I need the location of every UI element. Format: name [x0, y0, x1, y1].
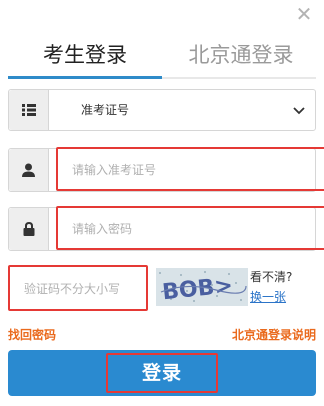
id-type-select[interactable]: 准考证号 [8, 89, 316, 131]
exam-number-placeholder: 请输入准考证号 [72, 163, 157, 177]
captcha-refresh-link[interactable]: 换一张 [250, 288, 286, 305]
captcha-placeholder: 验证码不分大小写 [24, 282, 121, 296]
login-button-label: 登录 [141, 362, 182, 384]
tab-student-login[interactable]: 考生登录 [8, 38, 162, 72]
close-icon[interactable]: ✕ [292, 2, 316, 26]
user-icon [9, 149, 49, 191]
tab-bjt-login[interactable]: 北京通登录 [168, 38, 314, 72]
password-placeholder: 请输入密码 [72, 222, 133, 236]
chevron-down-icon [293, 90, 305, 130]
captcha-unclear-label: 看不清? [250, 270, 293, 284]
active-tab-indicator [8, 76, 162, 79]
captcha-input[interactable]: 验证码不分大小写 [8, 265, 148, 311]
exam-number-field: 请输入准考证号 [8, 147, 324, 192]
forgot-password-link[interactable]: 找回密码 [8, 326, 56, 343]
password-field: 请输入密码 [8, 206, 324, 251]
list-icon [9, 90, 49, 130]
captcha-image[interactable]: BOB> [156, 268, 248, 306]
bjt-login-help-link[interactable]: 北京通登录说明 [232, 326, 316, 343]
lock-icon [9, 208, 49, 250]
id-type-selected-value: 准考证号 [81, 103, 130, 117]
